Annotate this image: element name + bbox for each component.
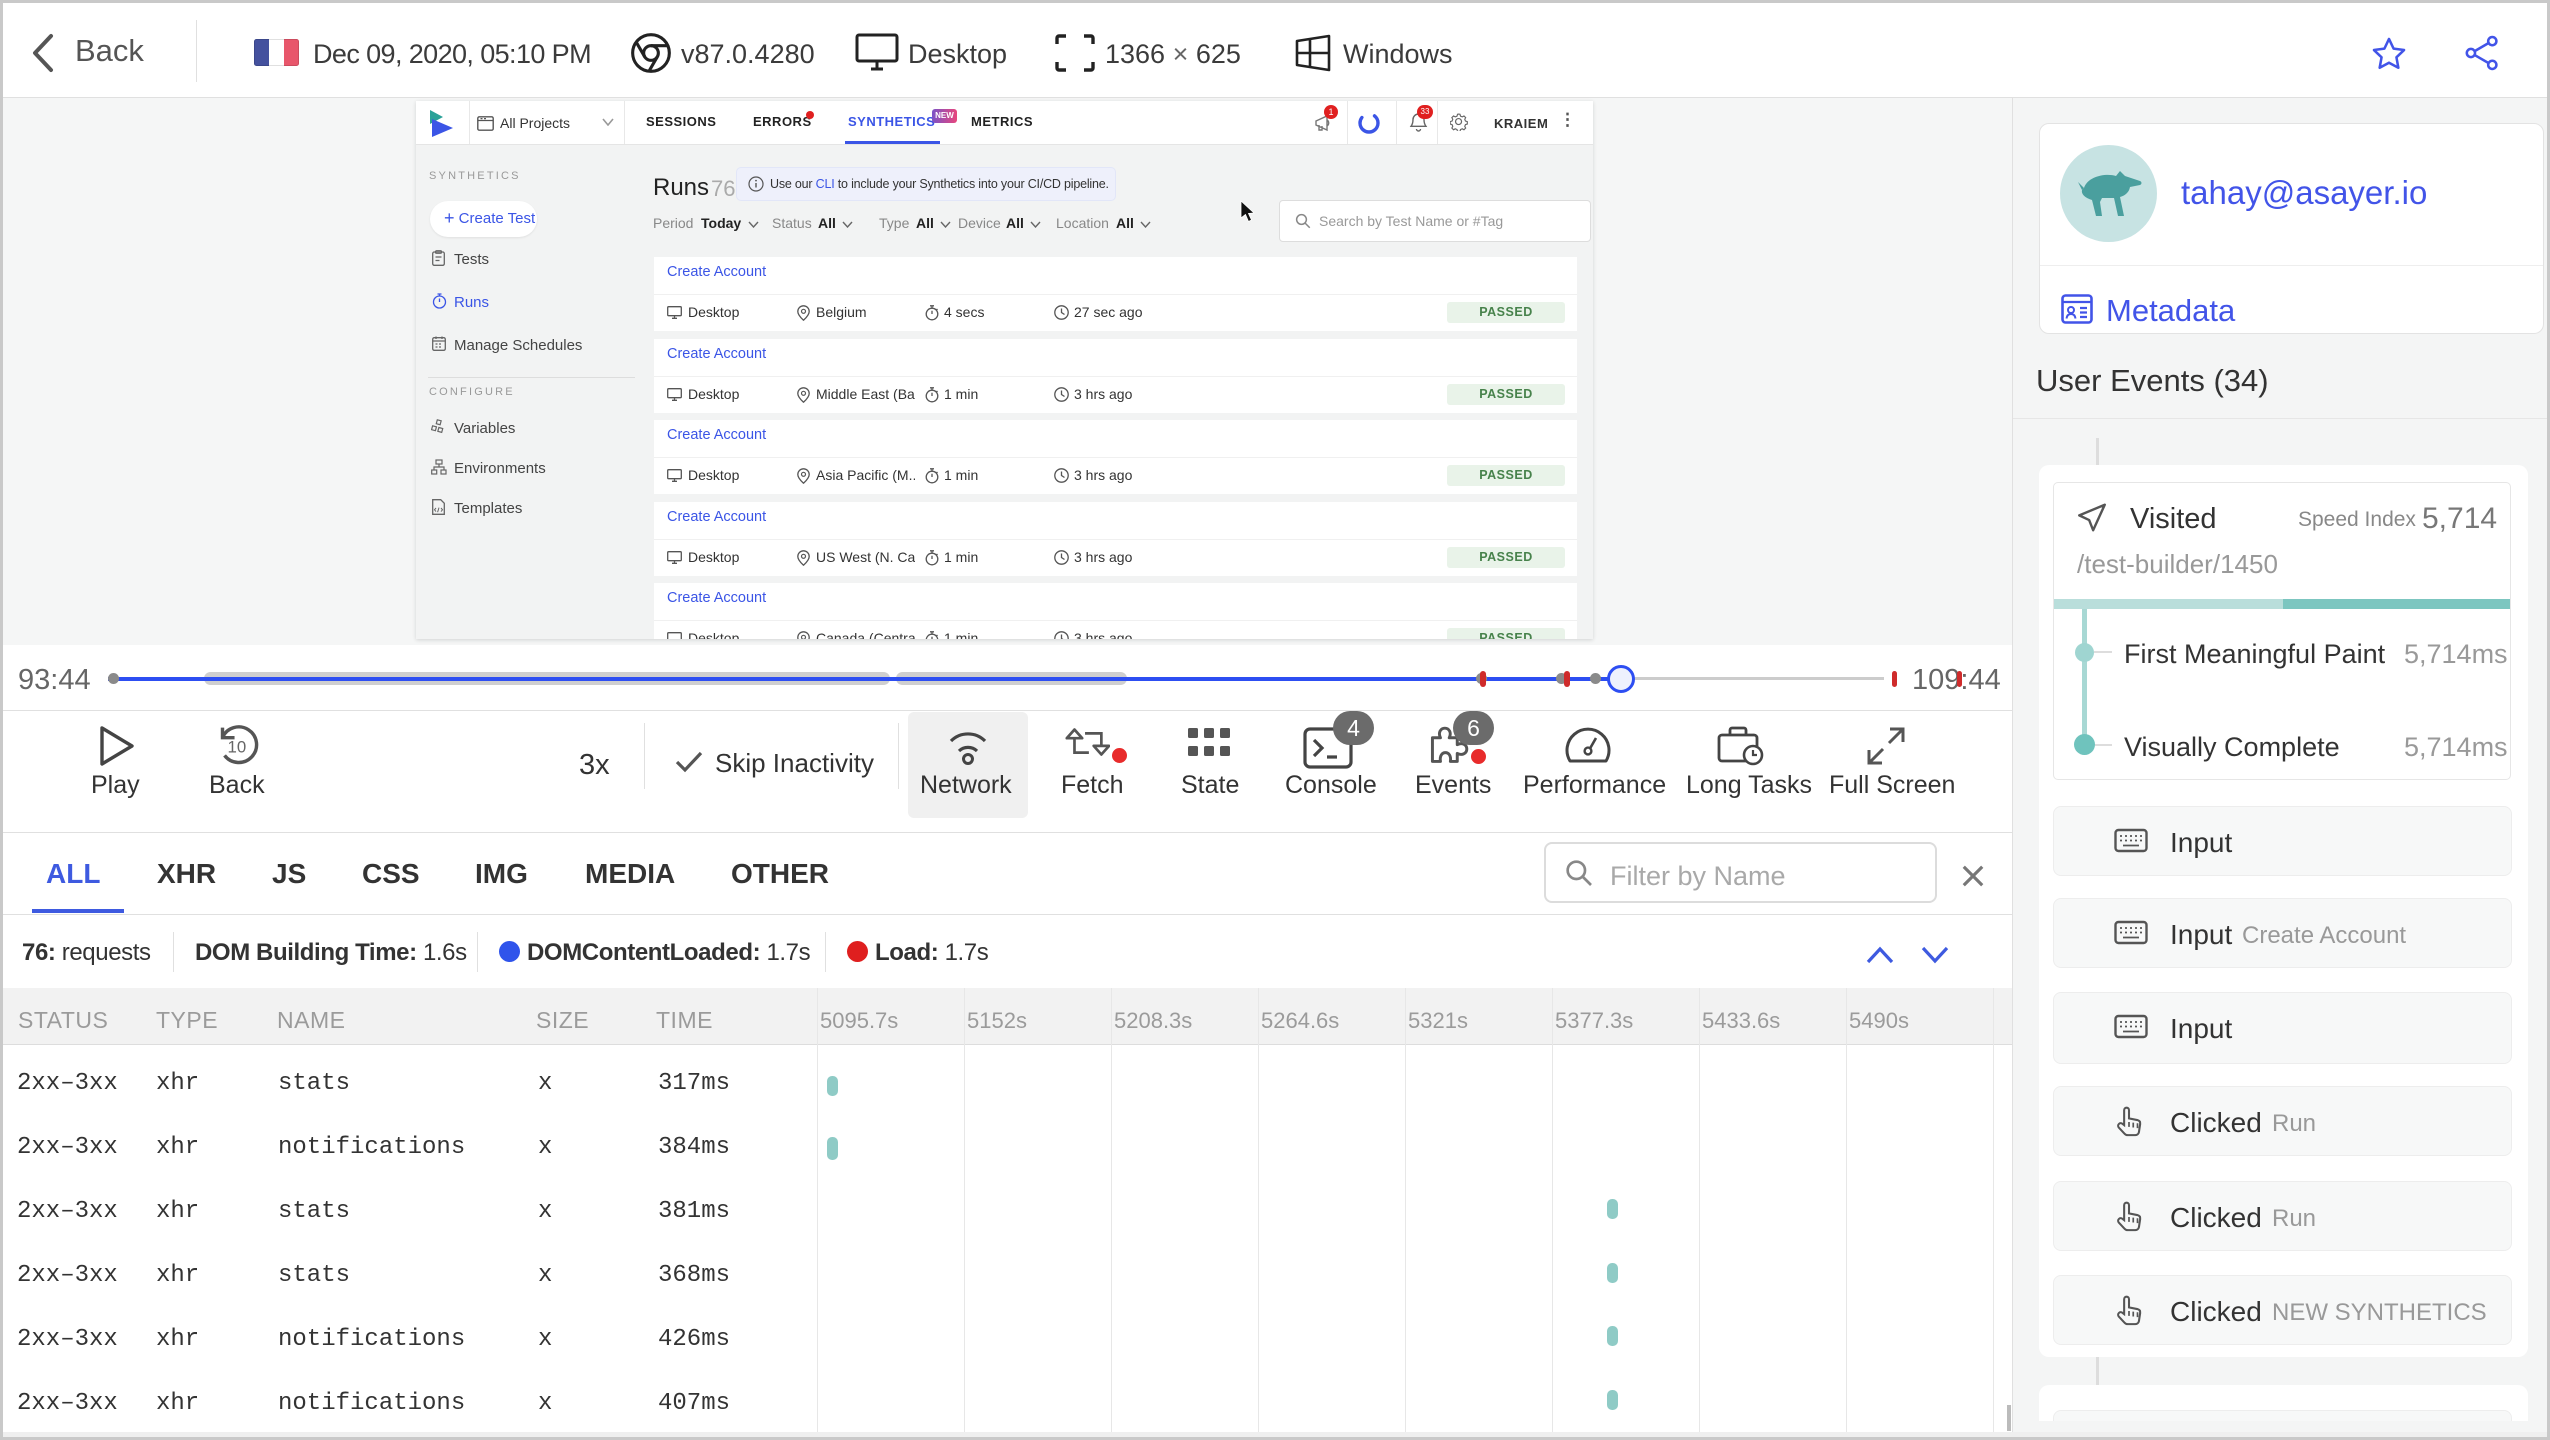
svg-text:10: 10 [227,738,246,757]
